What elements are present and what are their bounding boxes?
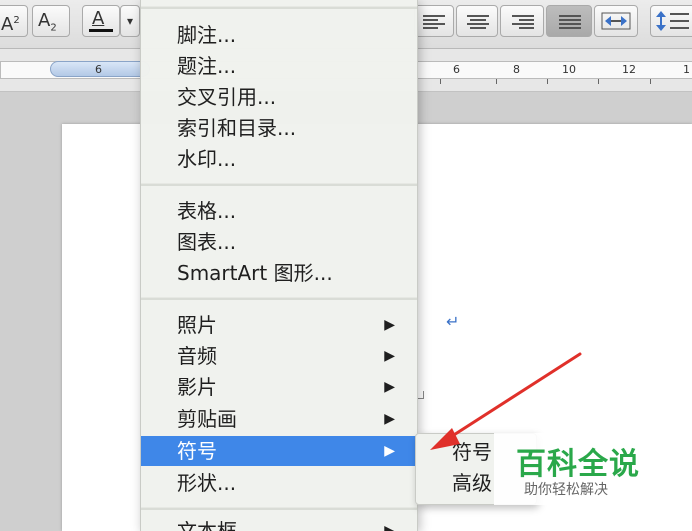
annotation-arrow-icon xyxy=(430,352,582,450)
